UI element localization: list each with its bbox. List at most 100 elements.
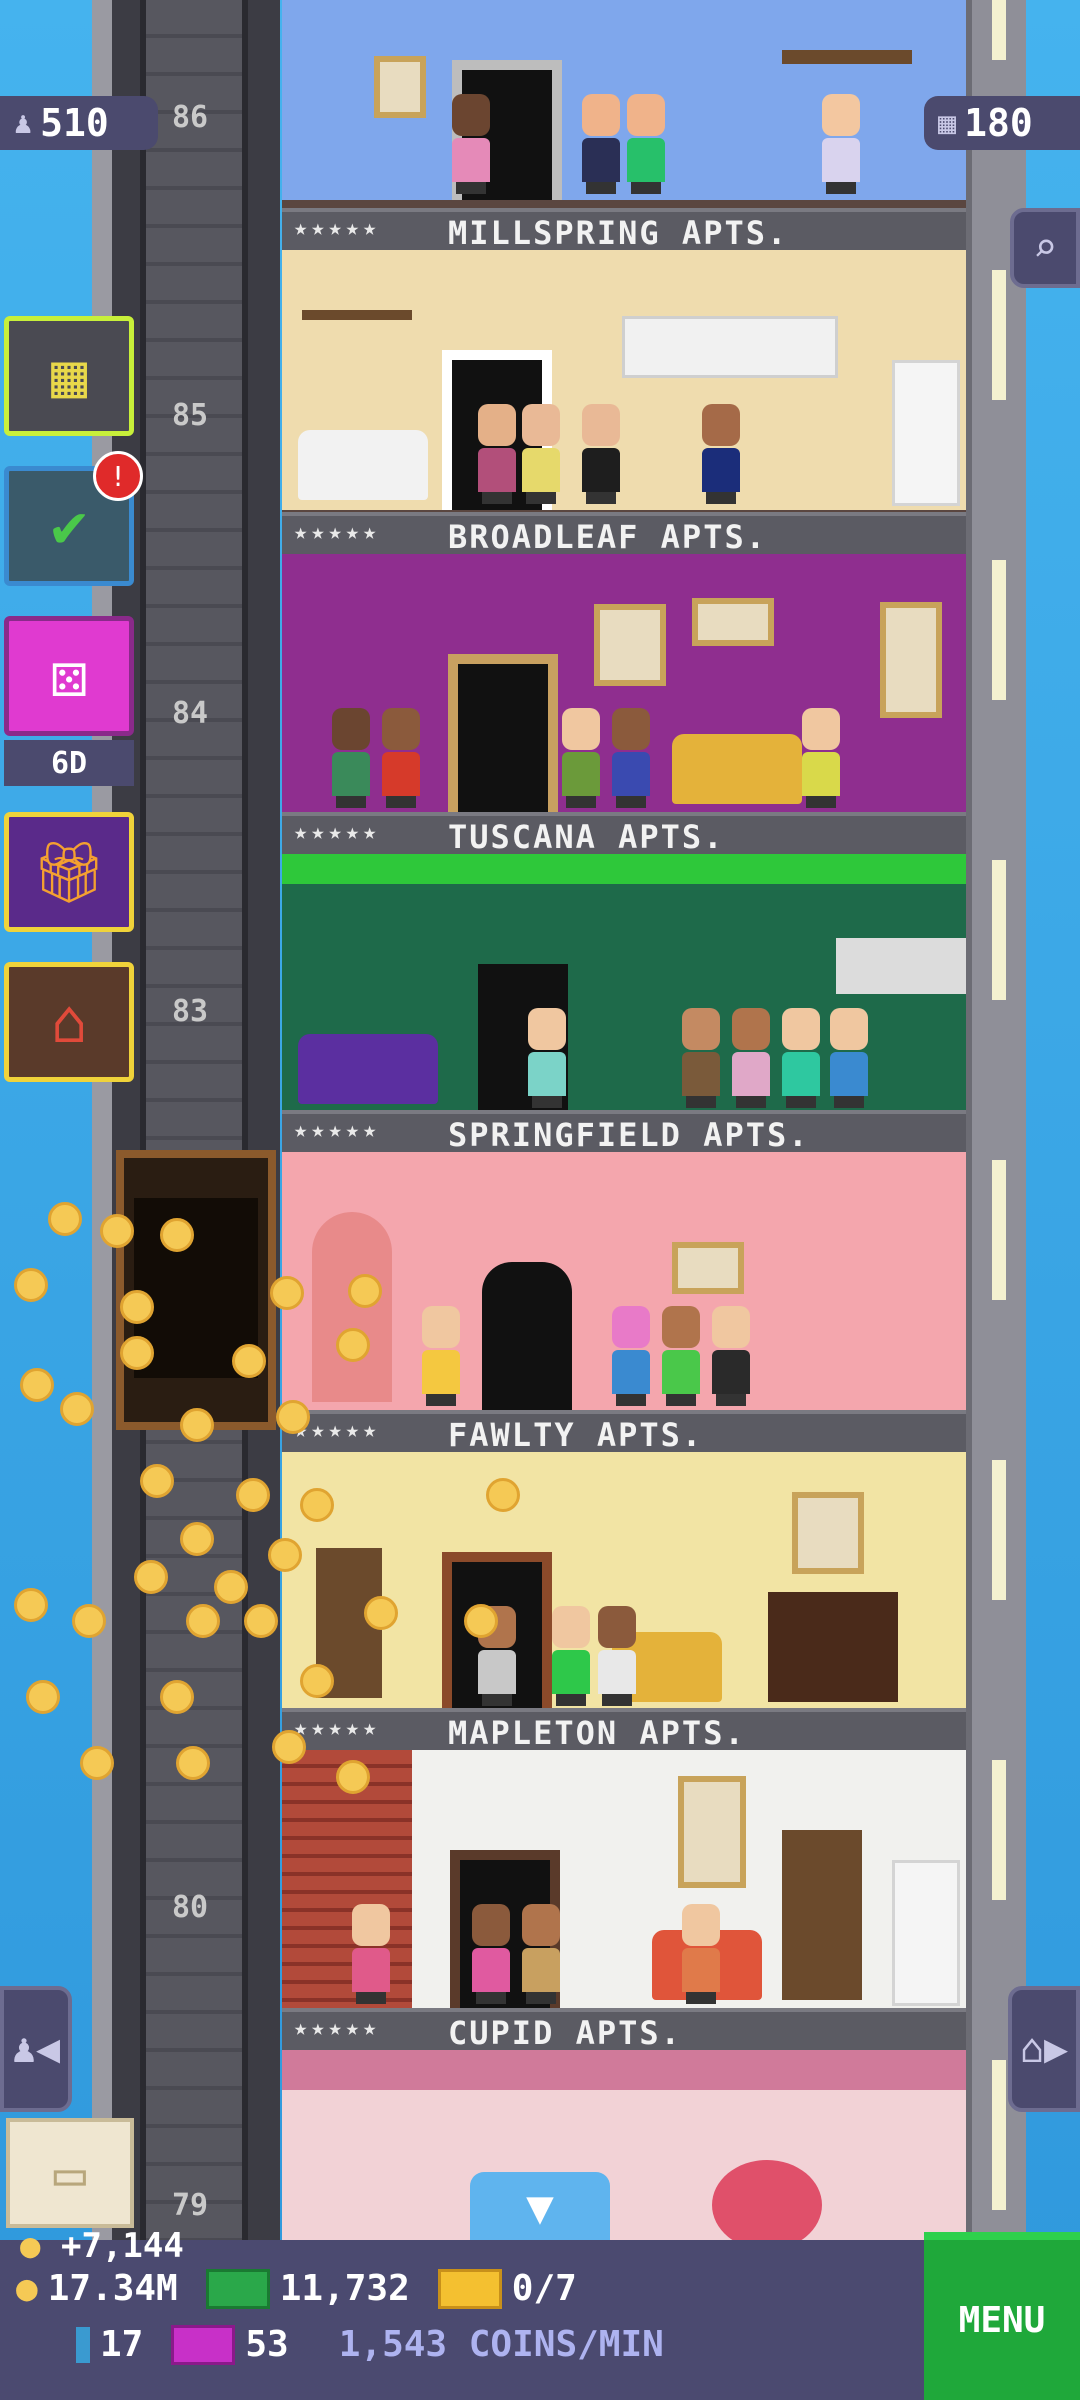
build-floor-button[interactable]: ▦ [4, 316, 134, 436]
floor-sign[interactable]: ★★★★★ TUSCANA APTS. [282, 812, 966, 856]
resident[interactable] [522, 404, 560, 504]
dice-button[interactable]: ⚄ [4, 616, 134, 736]
floor-name: MAPLETON APTS. [448, 1714, 746, 1752]
resident[interactable] [802, 708, 840, 808]
market-button[interactable]: ⌂ [4, 962, 134, 1082]
coin [14, 1588, 48, 1622]
resident[interactable] [582, 404, 620, 504]
coin [120, 1336, 154, 1370]
floor-85-room[interactable] [282, 250, 966, 520]
resident[interactable] [552, 1606, 590, 1706]
kitchen-cabinets [622, 316, 838, 378]
resident[interactable] [528, 1008, 566, 1108]
search-button[interactable]: ⌕ [1010, 208, 1080, 288]
coin [20, 1368, 54, 1402]
resident[interactable] [612, 1306, 650, 1406]
lobby-button[interactable]: ♟◀ [0, 1986, 72, 2112]
person-arrow-left-icon: ♟◀ [11, 2026, 61, 2072]
resident[interactable] [582, 94, 620, 194]
floor-number: 84 [171, 696, 209, 731]
coin [186, 1604, 220, 1638]
shelf [302, 310, 412, 320]
coins-per-min: 1,543 COINS/MIN [338, 2324, 664, 2365]
resident[interactable] [382, 708, 420, 808]
wall-picture [374, 56, 426, 118]
floors-counter[interactable]: ▦ 180 [924, 96, 1080, 150]
key-icon [76, 2326, 90, 2363]
floor-stars: ★★★★★ [294, 820, 381, 845]
resident[interactable] [612, 708, 650, 808]
market-stall-icon: ⌂ [50, 987, 88, 1057]
resident[interactable] [627, 94, 665, 194]
round-door [312, 1212, 392, 1402]
keys-value: 17 [100, 2324, 144, 2365]
floor-sign[interactable]: ★★★★★ BROADLEAF APTS. [282, 512, 966, 556]
gift-button[interactable]: 🎁︎ [4, 812, 134, 932]
resident[interactable] [352, 1904, 390, 2004]
resident[interactable] [452, 94, 490, 194]
house-arrow-right-icon: ⌂▶ [1019, 2026, 1069, 2072]
resident[interactable] [478, 404, 516, 504]
resident[interactable] [782, 1008, 820, 1108]
coin [134, 1560, 168, 1594]
wall-light [992, 270, 1006, 400]
resident[interactable] [332, 708, 370, 808]
coin [486, 1478, 520, 1512]
resident[interactable] [702, 404, 740, 504]
vip-icon [171, 2324, 236, 2365]
building-icon: ▦ [938, 105, 957, 141]
resident[interactable] [830, 1008, 868, 1108]
floor-79-room[interactable] [282, 2050, 966, 2250]
wall-light [992, 1760, 1006, 1900]
storage-crate-button[interactable]: ▭ [6, 2118, 134, 2228]
resident[interactable] [712, 1306, 750, 1406]
menu-button[interactable]: MENU [924, 2232, 1080, 2400]
coin [14, 1268, 48, 1302]
floor-name: CUPID APTS. [448, 2014, 682, 2052]
resident[interactable] [682, 1904, 720, 2004]
resident[interactable] [662, 1306, 700, 1406]
floor-83-room[interactable] [282, 854, 966, 1124]
floor-84-room[interactable] [282, 554, 966, 824]
floor-name: MILLSPRING APTS. [448, 214, 789, 252]
building-grid-icon: ▦ [50, 341, 88, 411]
sofa [298, 430, 428, 500]
wall-light [992, 1160, 1006, 1300]
floor-81-room[interactable] [282, 1452, 966, 1722]
green-trim [282, 854, 966, 884]
wall-light [992, 0, 1006, 60]
floor-sign[interactable]: ★★★★★ CUPID APTS. [282, 2008, 966, 2052]
floor-sign[interactable]: ★★★★★ MILLSPRING APTS. [282, 208, 966, 252]
coin [272, 1730, 306, 1764]
wall-picture [880, 602, 942, 718]
resident[interactable] [682, 1008, 720, 1108]
resident[interactable] [562, 708, 600, 808]
coin [232, 1344, 266, 1378]
vip-value: 53 [245, 2324, 289, 2365]
coin-icon: ● [16, 2268, 38, 2309]
resident[interactable] [522, 1904, 560, 2004]
floor-sign[interactable]: ★★★★★ MAPLETON APTS. [282, 1708, 966, 1752]
missions-button[interactable]: ✔ ! [4, 451, 143, 586]
resident[interactable] [732, 1008, 770, 1108]
floor-number: 85 [171, 398, 209, 433]
resident[interactable] [472, 1904, 510, 2004]
floor-86-room[interactable] [282, 0, 966, 210]
floor-sign[interactable]: ★★★★★ FAWLTY APTS. [282, 1410, 966, 1454]
floor-stars: ★★★★★ [294, 1716, 381, 1741]
resident[interactable] [422, 1306, 460, 1406]
room-door [448, 654, 558, 814]
resident[interactable] [822, 94, 860, 194]
floor-82-room[interactable] [282, 1152, 966, 1422]
resident[interactable] [598, 1606, 636, 1706]
room-door [472, 1252, 582, 1412]
population-value: 510 [40, 101, 109, 145]
floor-80-room[interactable] [282, 1750, 966, 2020]
elevator-down-button[interactable]: ▼ [470, 2172, 610, 2242]
floor-sign[interactable]: ★★★★★ SPRINGFIELD APTS. [282, 1110, 966, 1154]
population-counter[interactable]: ♟ 510 [0, 96, 158, 150]
wall-picture [692, 598, 774, 646]
floor-name: TUSCANA APTS. [448, 818, 725, 856]
floor-number: 80 [171, 1890, 209, 1925]
home-button[interactable]: ⌂▶ [1008, 1986, 1080, 2112]
